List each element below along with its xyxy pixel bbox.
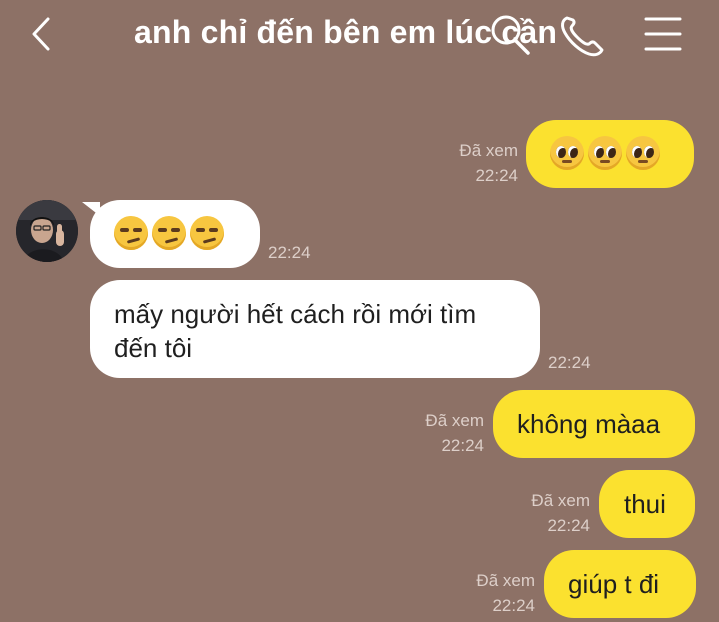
message-meta: Đã xem 22:24 (440, 138, 518, 188)
message-text: thui (624, 489, 666, 519)
bubble-tail (82, 202, 100, 216)
pleading-face-emoji-row (550, 136, 660, 170)
chat-header: anh chỉ đến bên em lúc cần (0, 0, 719, 72)
message-bubble-text[interactable]: giúp t đi (544, 550, 696, 618)
message-time: 22:24 (268, 243, 311, 262)
message-meta: Đã xem 22:24 (512, 488, 590, 538)
message-time: 22:24 (441, 436, 484, 455)
message-meta: Đã xem 22:24 (457, 568, 535, 618)
message-time: 22:24 (547, 516, 590, 535)
message-time: 22:24 (492, 596, 535, 615)
message-time: 22:24 (475, 166, 518, 185)
smirking-face-icon (152, 216, 186, 250)
avatar-photo (16, 200, 78, 262)
menu-icon (644, 17, 682, 51)
message-time: 22:24 (548, 353, 591, 372)
smirking-face-icon (114, 216, 148, 250)
search-button[interactable] (488, 12, 532, 56)
chevron-left-icon (32, 17, 50, 51)
message-bubble-text[interactable]: mấy người hết cách rồi mới tìm đến tôi (90, 280, 540, 378)
message-bubble-emoji[interactable] (90, 200, 260, 268)
message-text: mấy người hết cách rồi mới tìm đến tôi (114, 299, 477, 363)
message-meta: Đã xem 22:24 (406, 408, 484, 458)
smirking-face-icon (190, 216, 224, 250)
phone-icon (561, 16, 604, 57)
message-text: giúp t đi (568, 569, 660, 599)
smirking-face-emoji-row (114, 216, 224, 250)
search-icon (491, 15, 530, 55)
message-bubble-emoji[interactable] (526, 120, 694, 188)
seen-status: Đã xem (476, 571, 535, 590)
seen-status: Đã xem (459, 141, 518, 160)
pleading-face-icon (550, 136, 584, 170)
contact-avatar[interactable] (16, 200, 78, 262)
call-button[interactable] (558, 14, 608, 58)
seen-status: Đã xem (425, 411, 484, 430)
back-button[interactable] (28, 14, 58, 54)
message-text: không màaa (517, 409, 661, 439)
message-bubble-text[interactable]: không màaa (493, 390, 695, 458)
menu-button[interactable] (643, 16, 683, 52)
message-bubble-text[interactable]: thui (599, 470, 695, 538)
pleading-face-icon (588, 136, 622, 170)
pleading-face-icon (626, 136, 660, 170)
seen-status: Đã xem (531, 491, 590, 510)
